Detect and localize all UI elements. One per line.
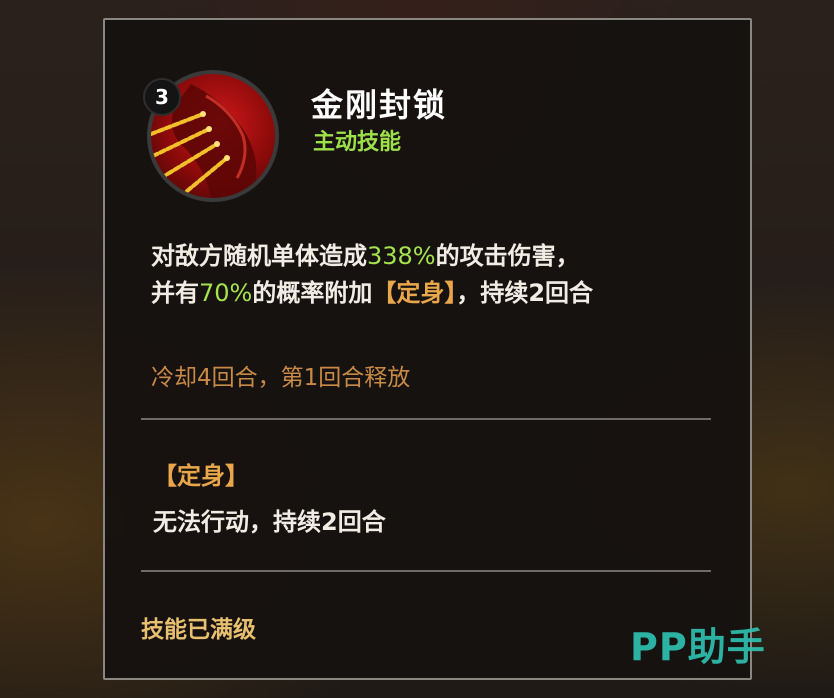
desc-text: 的攻击伤害， (435, 242, 580, 270)
skill-name: 金刚封锁 (311, 86, 448, 124)
divider (141, 418, 711, 420)
status-effect-title: 【定身】 (153, 462, 249, 490)
desc-text: 并有 (151, 279, 199, 307)
divider (141, 570, 711, 572)
effect-tag: 【定身】 (372, 279, 457, 307)
damage-percent: 338% (367, 242, 436, 270)
skill-type-label: 主动技能 (313, 130, 402, 155)
status-effect-description: 无法行动，持续2回合 (153, 508, 386, 536)
desc-text: ，持续2回合 (456, 279, 594, 307)
desc-text: 对敌方随机单体造成 (151, 242, 367, 270)
max-level-label: 技能已满级 (141, 617, 256, 643)
skill-level-badge: 3 (143, 78, 181, 116)
cooldown-info: 冷却4回合，第1回合释放 (151, 365, 411, 391)
desc-text: 的概率附加 (252, 279, 373, 307)
skill-description: 对敌方随机单体造成338%的攻击伤害， 并有70%的概率附加【定身】，持续2回合 (151, 238, 711, 312)
skill-tooltip-panel: 3 金刚封锁 主动技能 对敌方随机单体造成338%的攻击伤害， 并有70%的概率… (103, 18, 752, 680)
chance-percent: 70% (199, 279, 253, 307)
watermark-logo: PP助手 (630, 625, 766, 669)
